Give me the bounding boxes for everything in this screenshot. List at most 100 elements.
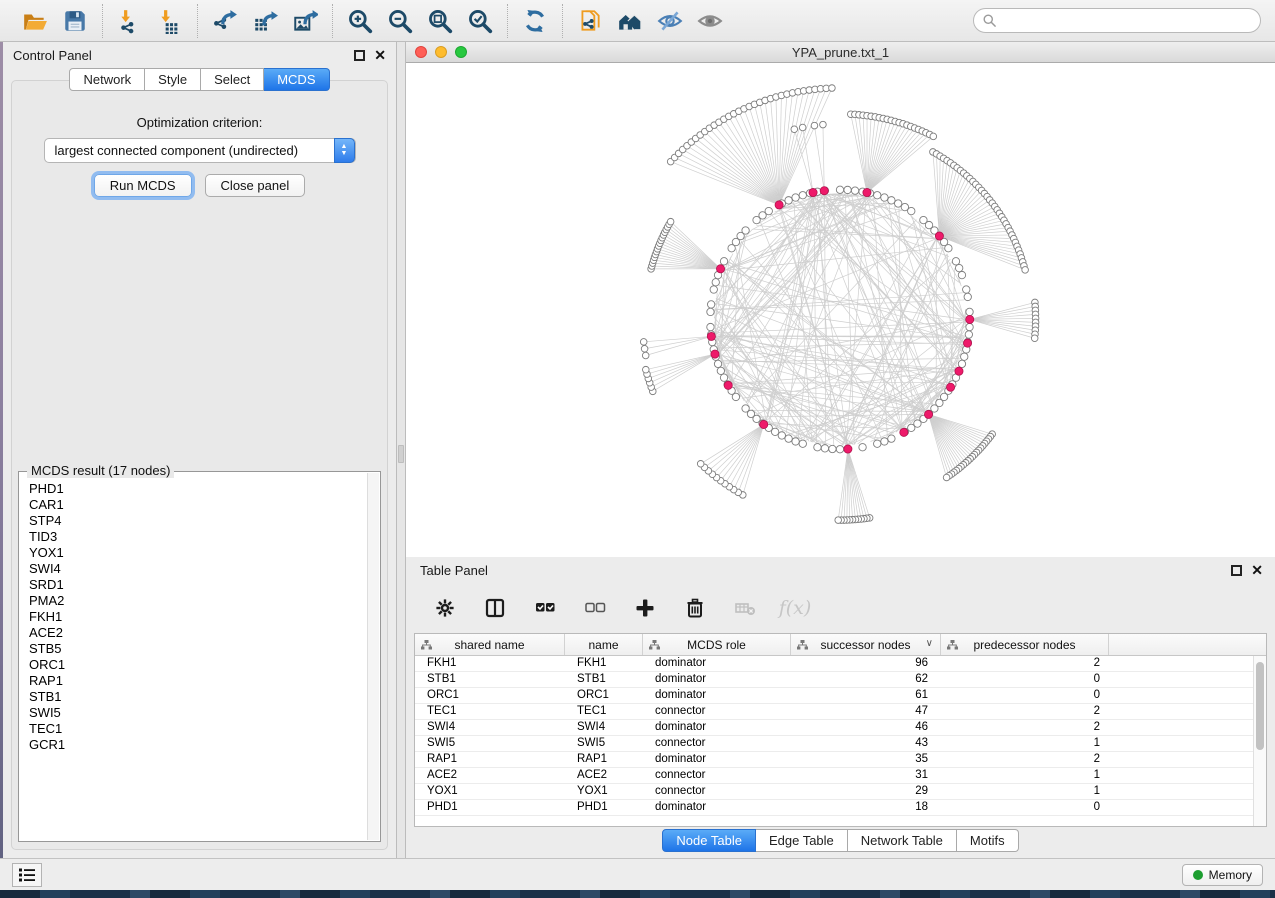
toolbar-group-4 xyxy=(508,4,563,38)
result-node-item[interactable]: TEC1 xyxy=(29,721,367,737)
table-row[interactable]: FKH1FKH1dominator962 xyxy=(415,656,1266,672)
result-node-item[interactable]: TID3 xyxy=(29,529,367,545)
tab-node-table[interactable]: Node Table xyxy=(662,829,756,852)
cell-predecessor-nodes: 2 xyxy=(941,720,1109,735)
tab-network-table[interactable]: Network Table xyxy=(848,829,957,852)
tab-mcds[interactable]: MCDS xyxy=(264,68,329,91)
cell-name: YOX1 xyxy=(565,784,643,799)
column-header-predecessor-nodes[interactable]: predecessor nodes xyxy=(941,634,1109,655)
search-input[interactable] xyxy=(973,8,1261,33)
delete-icon[interactable] xyxy=(680,593,710,623)
toolbar-group-1 xyxy=(103,4,198,38)
tab-motifs[interactable]: Motifs xyxy=(957,829,1019,852)
panel-splitter[interactable] xyxy=(396,42,406,858)
export-table-icon[interactable] xyxy=(247,5,283,37)
add-icon[interactable] xyxy=(630,593,660,623)
optimization-criterion-label: Optimization criterion: xyxy=(12,115,387,130)
result-node-item[interactable]: SRD1 xyxy=(29,577,367,593)
optimization-criterion-dropdown[interactable]: largest connected component (undirected)… xyxy=(44,138,356,163)
close-table-panel-icon[interactable]: ✕ xyxy=(1251,565,1263,576)
result-node-item[interactable]: FKH1 xyxy=(29,609,367,625)
select-all-icon[interactable] xyxy=(530,593,560,623)
table-row[interactable]: SWI4SWI4dominator462 xyxy=(415,720,1266,736)
table-row[interactable]: ACE2ACE2connector311 xyxy=(415,768,1266,784)
cell-shared-name: FKH1 xyxy=(415,656,565,671)
table-row[interactable]: RAP1RAP1dominator352 xyxy=(415,752,1266,768)
save-session-icon[interactable] xyxy=(57,5,93,37)
main-toolbar xyxy=(0,0,1275,42)
result-node-item[interactable]: PHD1 xyxy=(29,481,367,497)
result-list-scrollbar[interactable] xyxy=(367,473,379,840)
result-node-item[interactable]: PMA2 xyxy=(29,593,367,609)
result-node-item[interactable]: RAP1 xyxy=(29,673,367,689)
export-network-icon[interactable] xyxy=(207,5,243,37)
cell-predecessor-nodes: 1 xyxy=(941,784,1109,799)
desktop-wallpaper-bottom xyxy=(0,890,1275,898)
table-row[interactable]: SWI5SWI5connector431 xyxy=(415,736,1266,752)
open-file-icon[interactable] xyxy=(17,5,53,37)
memory-button[interactable]: Memory xyxy=(1182,864,1263,886)
table-settings-icon[interactable] xyxy=(430,593,460,623)
mcds-result-list[interactable]: PHD1CAR1STP4TID3YOX1SWI4SRD1PMA2FKH1ACE2… xyxy=(20,473,367,840)
close-panel-button[interactable]: Close panel xyxy=(205,174,306,197)
zoom-out-icon[interactable] xyxy=(382,5,418,37)
search-icon xyxy=(982,13,997,28)
cell-shared-name: TEC1 xyxy=(415,704,565,719)
network-graph[interactable] xyxy=(406,63,1275,557)
show-details-icon[interactable] xyxy=(692,5,728,37)
tab-style[interactable]: Style xyxy=(145,68,201,91)
result-node-item[interactable]: STB5 xyxy=(29,641,367,657)
refresh-icon[interactable] xyxy=(517,5,553,37)
result-node-item[interactable]: ACE2 xyxy=(29,625,367,641)
network-window-title: YPA_prune.txt_1 xyxy=(406,45,1275,60)
tab-select[interactable]: Select xyxy=(201,68,264,91)
network-canvas[interactable] xyxy=(406,63,1275,557)
tab-edge-table[interactable]: Edge Table xyxy=(756,829,848,852)
cell-predecessor-nodes: 2 xyxy=(941,752,1109,767)
float-table-panel-icon[interactable] xyxy=(1231,565,1242,576)
zoom-selected-icon[interactable] xyxy=(462,5,498,37)
search-box xyxy=(973,8,1261,33)
table-row[interactable]: ORC1ORC1dominator610 xyxy=(415,688,1266,704)
tab-network[interactable]: Network xyxy=(69,68,145,91)
column-header-successor-nodes[interactable]: successor nodes∨ xyxy=(791,634,941,655)
right-column: YPA_prune.txt_1 Table Panel ✕ xyxy=(406,42,1275,858)
import-network-icon[interactable] xyxy=(112,5,148,37)
cell-successor-nodes: 46 xyxy=(791,720,941,735)
table-row[interactable]: PHD1PHD1dominator180 xyxy=(415,800,1266,816)
table-row[interactable]: TEC1TEC1connector472 xyxy=(415,704,1266,720)
table-scrollbar[interactable] xyxy=(1253,656,1266,826)
result-node-item[interactable]: GCR1 xyxy=(29,737,367,753)
home-networks-icon[interactable] xyxy=(612,5,648,37)
result-node-item[interactable]: STB1 xyxy=(29,689,367,705)
import-table-icon[interactable] xyxy=(152,5,188,37)
toolbar-group-2 xyxy=(198,4,333,38)
result-node-item[interactable]: ORC1 xyxy=(29,657,367,673)
deselect-all-icon[interactable] xyxy=(580,593,610,623)
close-panel-icon[interactable]: ✕ xyxy=(374,50,386,61)
table-row[interactable]: STB1STB1dominator620 xyxy=(415,672,1266,688)
column-header-name[interactable]: name xyxy=(565,634,643,655)
result-node-item[interactable]: STP4 xyxy=(29,513,367,529)
result-node-item[interactable]: SWI5 xyxy=(29,705,367,721)
result-node-item[interactable]: YOX1 xyxy=(29,545,367,561)
column-layout-icon[interactable] xyxy=(480,593,510,623)
zoom-in-icon[interactable] xyxy=(342,5,378,37)
open-network-file-icon[interactable] xyxy=(572,5,608,37)
float-panel-icon[interactable] xyxy=(354,50,365,61)
task-history-button[interactable] xyxy=(12,863,42,887)
run-mcds-button[interactable]: Run MCDS xyxy=(94,174,192,197)
table-scrollbar-thumb[interactable] xyxy=(1256,662,1264,750)
table-row[interactable]: YOX1YOX1connector291 xyxy=(415,784,1266,800)
column-header-shared-name[interactable]: shared name xyxy=(415,634,565,655)
cell-successor-nodes: 47 xyxy=(791,704,941,719)
export-image-icon[interactable] xyxy=(287,5,323,37)
splitter-grip[interactable] xyxy=(398,445,404,463)
hide-details-icon[interactable] xyxy=(652,5,688,37)
cell-shared-name: SWI5 xyxy=(415,736,565,751)
result-node-item[interactable]: CAR1 xyxy=(29,497,367,513)
result-node-item[interactable]: SWI4 xyxy=(29,561,367,577)
column-header-MCDS-role[interactable]: MCDS role xyxy=(643,634,791,655)
application-window: Control Panel ✕ NetworkStyleSelectMCDS O… xyxy=(0,0,1275,890)
zoom-fit-icon[interactable] xyxy=(422,5,458,37)
